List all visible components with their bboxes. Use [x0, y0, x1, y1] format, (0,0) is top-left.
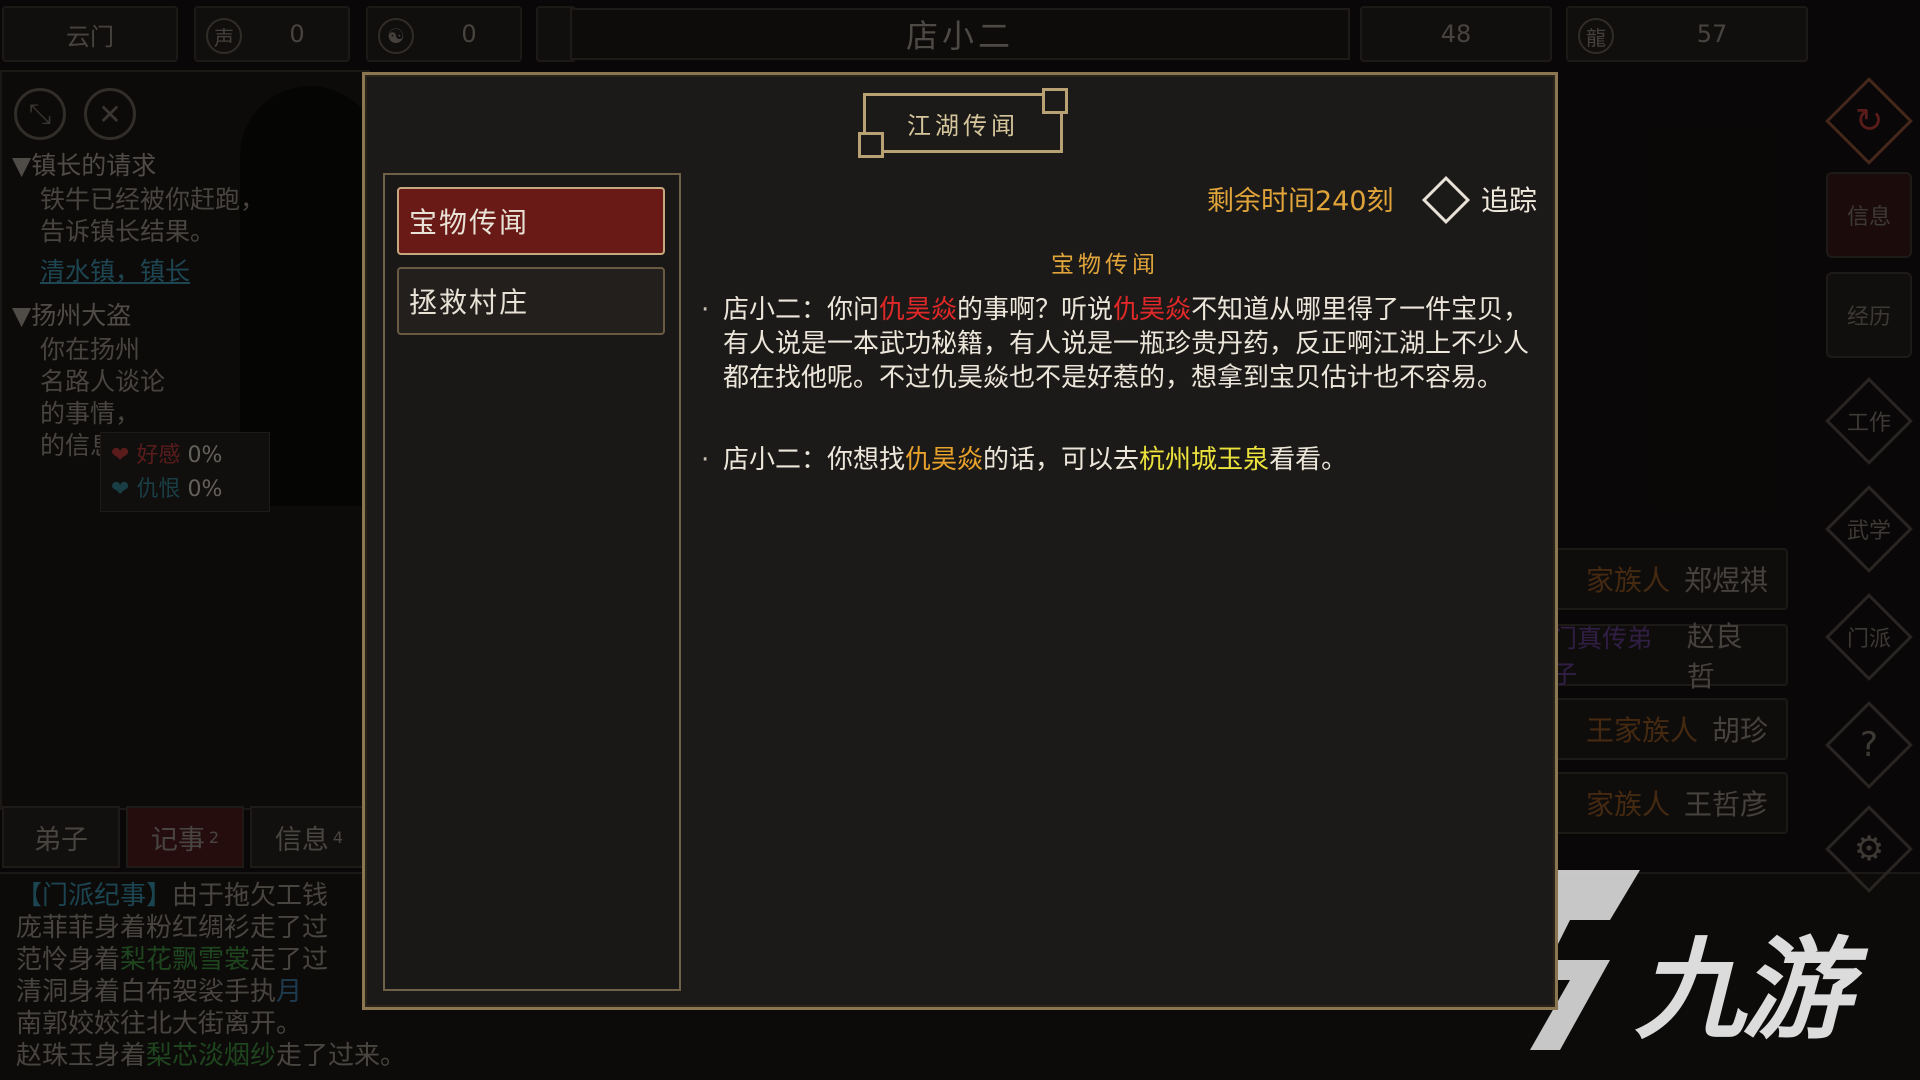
quest-line: 你在扬州: [40, 335, 141, 364]
tab-label: 信息: [274, 824, 329, 856]
return-button[interactable]: ↻: [1825, 77, 1913, 165]
menu-experience[interactable]: 经历: [1826, 272, 1912, 358]
quest-line: 铁牛已经被你赶跑，: [40, 185, 266, 214]
log-line: 赵珠玉身着梨芯淡烟纱走了过来。: [16, 1041, 407, 1071]
rumor-paragraph: · 店小二：你问仇昊焱的事啊？听说仇昊焱不知道从哪里得了一件宝贝，有人说是一本武…: [701, 295, 1530, 393]
quest-title[interactable]: ▼镇长的请求: [12, 150, 156, 182]
right-menu-rail: ↻ 信息 经历 工作 武学 门派 ? ⚙: [1814, 60, 1920, 893]
top-status-bar: 云门 声 0 ☯ 0 店小二 48 龍 57: [0, 0, 1920, 66]
quest-line: 名路人谈论: [40, 367, 166, 396]
remaining-time: 剩余时间240刻: [1207, 186, 1394, 217]
yin-yang-icon: ☯: [378, 18, 414, 54]
bullet: ·: [701, 445, 710, 475]
sect-name: 云门: [66, 22, 114, 51]
menu-sect[interactable]: 门派: [1825, 593, 1913, 681]
quest-line: 的事情，: [40, 399, 141, 428]
reputation-value: 0: [289, 20, 305, 48]
dragon-icon: 龍: [1578, 18, 1614, 54]
brand-text: 九游: [1635, 926, 1851, 1054]
tab-label: 弟子: [34, 824, 88, 856]
tab-treasure-rumor[interactable]: 宝物传闻: [397, 187, 665, 255]
log-line: 清洞身着白布袈裟手执月: [16, 977, 303, 1007]
log-line: 范怜身着梨花飘雪裳走了过: [16, 945, 329, 975]
yin-yang-slot: ☯ 0: [366, 6, 522, 62]
log-line: 南郭姣姣往北大街离开。: [16, 1009, 303, 1039]
npc-name-highlight: 仇昊焱: [879, 295, 958, 325]
location-highlight: 杭州城玉泉: [1139, 445, 1270, 475]
help-button[interactable]: ?: [1825, 701, 1913, 789]
favor-box: ❤ 好感 0% ❤ 仇恨 0%: [100, 432, 270, 512]
menu-work[interactable]: 工作: [1825, 377, 1913, 465]
tab-label: 拯救村庄: [409, 286, 530, 319]
tab-badge: 2: [208, 827, 220, 847]
npc-name: 店小二: [905, 17, 1014, 55]
tab-info[interactable]: 信息 4: [250, 806, 368, 868]
like-label: 好感: [136, 443, 181, 468]
npc-list-item[interactable]: 王家族人 胡珍: [1550, 698, 1788, 760]
reputation-icon: 声: [206, 18, 242, 54]
tab-disciples[interactable]: 弟子: [2, 806, 120, 868]
track-label[interactable]: 追踪: [1481, 179, 1537, 219]
npc-list-item[interactable]: 家族人 王哲彦: [1550, 772, 1788, 834]
section-title: 宝物传闻: [1051, 252, 1159, 278]
stat-a-value: 48: [1440, 20, 1472, 48]
heart-icon: ❤: [111, 477, 137, 502]
quest-location-link[interactable]: 清水镇，镇长: [40, 256, 190, 288]
close-icon[interactable]: ✕: [84, 88, 136, 140]
tab-rescue-village[interactable]: 拯救村庄: [397, 267, 665, 335]
npc-list-item[interactable]: 家族人 郑煜祺: [1550, 548, 1788, 610]
collapse-icon[interactable]: ⤡: [14, 88, 66, 140]
npc-name-highlight: 仇昊焱: [1113, 295, 1192, 325]
npc-name-banner: 店小二: [570, 8, 1350, 60]
stat-a-slot: 48: [1360, 6, 1552, 62]
npc-list-item[interactable]: 门真传弟子 赵良哲: [1550, 620, 1788, 693]
rumor-tab-list: 宝物传闻 拯救村庄: [383, 173, 681, 991]
dialog-title: 江湖传闻: [858, 88, 1068, 158]
hate-value: 0%: [187, 477, 223, 502]
like-value: 0%: [187, 443, 223, 468]
hate-label: 仇恨: [136, 477, 181, 502]
npc-name-highlight: 仇昊焱: [905, 445, 984, 475]
bullet: ·: [701, 295, 710, 325]
tab-label: 宝物传闻: [409, 206, 530, 239]
menu-info[interactable]: 信息: [1826, 172, 1912, 258]
quest-title[interactable]: ▼扬州大盗: [12, 300, 131, 332]
track-checkbox[interactable]: [1421, 175, 1471, 225]
log-line: 庞菲菲身着粉红绸衫走了过: [16, 913, 329, 943]
reputation-slot: 声 0: [194, 6, 350, 62]
yin-yang-value: 0: [461, 20, 477, 48]
rumor-paragraph: · 店小二：你想找仇昊焱的话，可以去杭州城玉泉看看。: [701, 445, 1348, 475]
log-line: 【门派纪事】由于拖欠工钱: [16, 881, 329, 911]
rumors-dialog: 江湖传闻 宝物传闻 拯救村庄 剩余时间240刻 追踪 宝物传闻 · 店小二：你问…: [362, 72, 1558, 1010]
stat-b-slot: 龍 57: [1566, 6, 1808, 62]
tab-badge: 4: [332, 827, 344, 847]
stat-b-value: 57: [1696, 20, 1728, 48]
tab-records[interactable]: 记事 2: [126, 806, 244, 868]
dialog-title-text: 江湖传闻: [907, 111, 1019, 140]
return-icon: ↻: [1854, 101, 1884, 141]
heart-icon: ❤: [111, 443, 137, 468]
help-icon: ?: [1859, 724, 1879, 765]
sect-name-slot[interactable]: 云门: [2, 6, 178, 62]
tab-label: 记事: [150, 824, 205, 856]
quest-line: 告诉镇长结果。: [40, 217, 216, 246]
menu-martial[interactable]: 武学: [1825, 485, 1913, 573]
